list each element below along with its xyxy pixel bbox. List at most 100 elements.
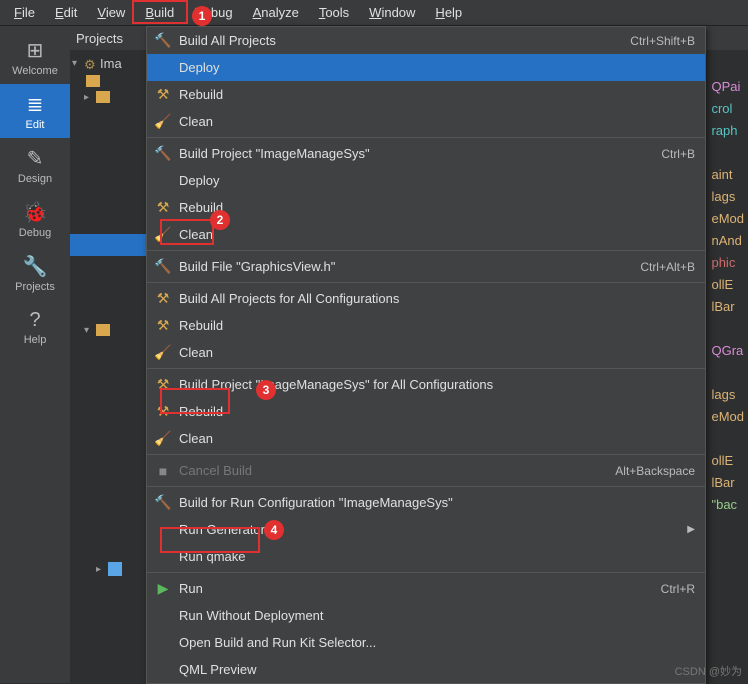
menu-item-build-for-run-configuration-imagemanagesys[interactable]: 🔨Build for Run Configuration "ImageManag… xyxy=(147,489,705,516)
menu-item-label: Rebuild xyxy=(179,318,695,333)
menu-item-label: Build File "GraphicsView.h" xyxy=(179,259,640,274)
hammers-icon: ⚒ xyxy=(153,317,173,334)
hammer-icon: 🔨 xyxy=(153,494,173,511)
menu-item-label: Deploy xyxy=(179,173,695,188)
project-tree-lower[interactable]: ▾ xyxy=(70,318,112,342)
broom-icon: 🧹 xyxy=(153,113,173,130)
projects-panel: Projects ▾ ⚙ Ima ▸ ▾ ▸ xyxy=(70,26,148,683)
menu-shortcut: Ctrl+B xyxy=(661,147,695,161)
stop-icon: ■ xyxy=(153,463,173,479)
menu-item-label: Build All Projects for All Configuration… xyxy=(179,291,695,306)
hammers-icon: ⚒ xyxy=(153,403,173,420)
menu-item-clean[interactable]: 🧹 Clean xyxy=(147,108,705,135)
menu-file[interactable]: File xyxy=(4,2,45,23)
chevron-right-icon: ▸ xyxy=(84,92,94,103)
project-tree[interactable]: ▾ ⚙ Ima ▸ xyxy=(70,50,147,109)
menu-view[interactable]: View xyxy=(87,2,135,23)
mode-debug[interactable]: 🐞Debug xyxy=(0,192,70,246)
menu-item-label: Run xyxy=(179,581,661,596)
menu-item-label: Run qmake xyxy=(179,549,695,564)
menu-item-label: QML Preview xyxy=(179,662,695,677)
menu-separator xyxy=(147,250,705,251)
mode-label: Welcome xyxy=(12,65,58,77)
mode-label: Projects xyxy=(15,281,55,293)
tree-folder-row[interactable] xyxy=(72,73,145,89)
mode-design[interactable]: ✎Design xyxy=(0,138,70,192)
project-tree-lower2[interactable]: ▸ xyxy=(70,556,124,582)
menu-item-build-all-projects-for-all-configurations[interactable]: ⚒Build All Projects for All Configuratio… xyxy=(147,285,705,312)
play-icon: ▶ xyxy=(153,580,173,597)
chevron-right-icon: ▸ xyxy=(96,564,106,575)
menu-build[interactable]: Build xyxy=(135,2,184,23)
menu-edit[interactable]: Edit xyxy=(45,2,87,23)
menu-item-label: Clean xyxy=(179,227,695,242)
broom-icon: 🧹 xyxy=(153,430,173,447)
tree-folder-row[interactable]: ▾ xyxy=(72,322,110,338)
menu-item-build-all-projects[interactable]: 🔨Build All ProjectsCtrl+Shift+B xyxy=(147,27,705,54)
menu-item-label: Build Project "ImageManageSys" xyxy=(179,146,661,161)
broom-icon: 🧹 xyxy=(153,226,173,243)
menu-separator xyxy=(147,368,705,369)
mode-projects[interactable]: 🔧 Projects xyxy=(0,246,70,300)
menu-help[interactable]: Help xyxy=(425,2,472,23)
watermark: CSDN @妙为 xyxy=(675,663,742,679)
callout-number-3: 3 xyxy=(256,380,276,400)
menu-item-rebuild[interactable]: ⚒ Rebuild xyxy=(147,312,705,339)
welcome-icon: ⊞ xyxy=(27,38,44,63)
menu-item-label: Clean xyxy=(179,345,695,360)
menu-item-clean[interactable]: 🧹 Clean xyxy=(147,221,705,248)
menu-item-clean[interactable]: 🧹Clean xyxy=(147,425,705,452)
chevron-down-icon: ▾ xyxy=(72,58,82,69)
menu-shortcut: Alt+Backspace xyxy=(615,464,695,478)
tree-folder-row[interactable]: ▸ xyxy=(72,89,145,105)
callout-number-2: 2 xyxy=(210,210,230,230)
hammer-icon: 🔨 xyxy=(153,145,173,162)
mode-welcome[interactable]: ⊞ Welcome xyxy=(0,30,70,84)
menu-tools[interactable]: Tools xyxy=(309,2,359,23)
projects-header: Projects xyxy=(70,26,147,50)
menu-item-rebuild[interactable]: ⚒Rebuild xyxy=(147,81,705,108)
tree-root-row[interactable]: ▾ ⚙ Ima xyxy=(72,54,145,73)
menu-item-label: Build All Projects xyxy=(179,33,630,48)
hammers-icon: ⚒ xyxy=(153,199,173,216)
menu-item-label: Run Generator xyxy=(179,522,681,537)
hammers-icon: ⚒ xyxy=(153,86,173,103)
help-icon: ? xyxy=(29,309,40,332)
folder-icon xyxy=(96,91,110,103)
menu-item-label: Clean xyxy=(179,114,695,129)
mode-help[interactable]: ?Help xyxy=(0,300,70,354)
tree-header-row[interactable]: ▸ xyxy=(72,560,122,578)
code-snippet: QPaicrolraph aintlagseModnAndphicollElBa… xyxy=(711,76,744,516)
broom-icon: 🧹 xyxy=(153,344,173,361)
menu-item-run-qmake[interactable]: Run qmake xyxy=(147,543,705,570)
menu-item-build-file-graphicsview-h[interactable]: 🔨Build File "GraphicsView.h"Ctrl+Alt+B xyxy=(147,253,705,280)
menu-item-run[interactable]: ▶RunCtrl+R xyxy=(147,575,705,602)
menu-analyze[interactable]: Analyze xyxy=(243,2,309,23)
menu-item-build-project-imagemanagesys-for-all-configurations[interactable]: ⚒Build Project "ImageManageSys" for All … xyxy=(147,371,705,398)
menu-item-deploy[interactable]: Deploy xyxy=(147,54,705,81)
menu-item-deploy[interactable]: Deploy xyxy=(147,167,705,194)
menu-item-run-without-deployment[interactable]: Run Without Deployment xyxy=(147,602,705,629)
menubar: FileEditViewBuildDebugAnalyzeToolsWindow… xyxy=(0,0,748,26)
projects-icon: 🔧 xyxy=(23,254,48,279)
menu-item-label: Cancel Build xyxy=(179,463,615,478)
menu-item-rebuild[interactable]: ⚒Rebuild xyxy=(147,194,705,221)
menu-item-run-generator[interactable]: Run Generator▶ xyxy=(147,516,705,543)
menu-window[interactable]: Window xyxy=(359,2,425,23)
menu-item-label: Deploy xyxy=(179,60,695,75)
folder-icon xyxy=(86,75,100,87)
callout-number-1: 1 xyxy=(192,6,212,26)
menu-item-rebuild[interactable]: ⚒Rebuild xyxy=(147,398,705,425)
mode-label: Edit xyxy=(26,119,45,131)
hammer-icon: 🔨 xyxy=(153,32,173,49)
menu-item-clean[interactable]: 🧹 Clean xyxy=(147,339,705,366)
chevron-down-icon: ▾ xyxy=(84,325,94,336)
menu-separator xyxy=(147,282,705,283)
mode-edit[interactable]: ≣Edit xyxy=(0,84,70,138)
design-icon: ✎ xyxy=(27,146,44,171)
callout-number-4: 4 xyxy=(264,520,284,540)
menu-item-open-build-and-run-kit-selector[interactable]: Open Build and Run Kit Selector... xyxy=(147,629,705,656)
menu-item-qml-preview[interactable]: QML Preview xyxy=(147,656,705,683)
menu-separator xyxy=(147,486,705,487)
menu-item-build-project-imagemanagesys[interactable]: 🔨 Build Project "ImageManageSys"Ctrl+B xyxy=(147,140,705,167)
